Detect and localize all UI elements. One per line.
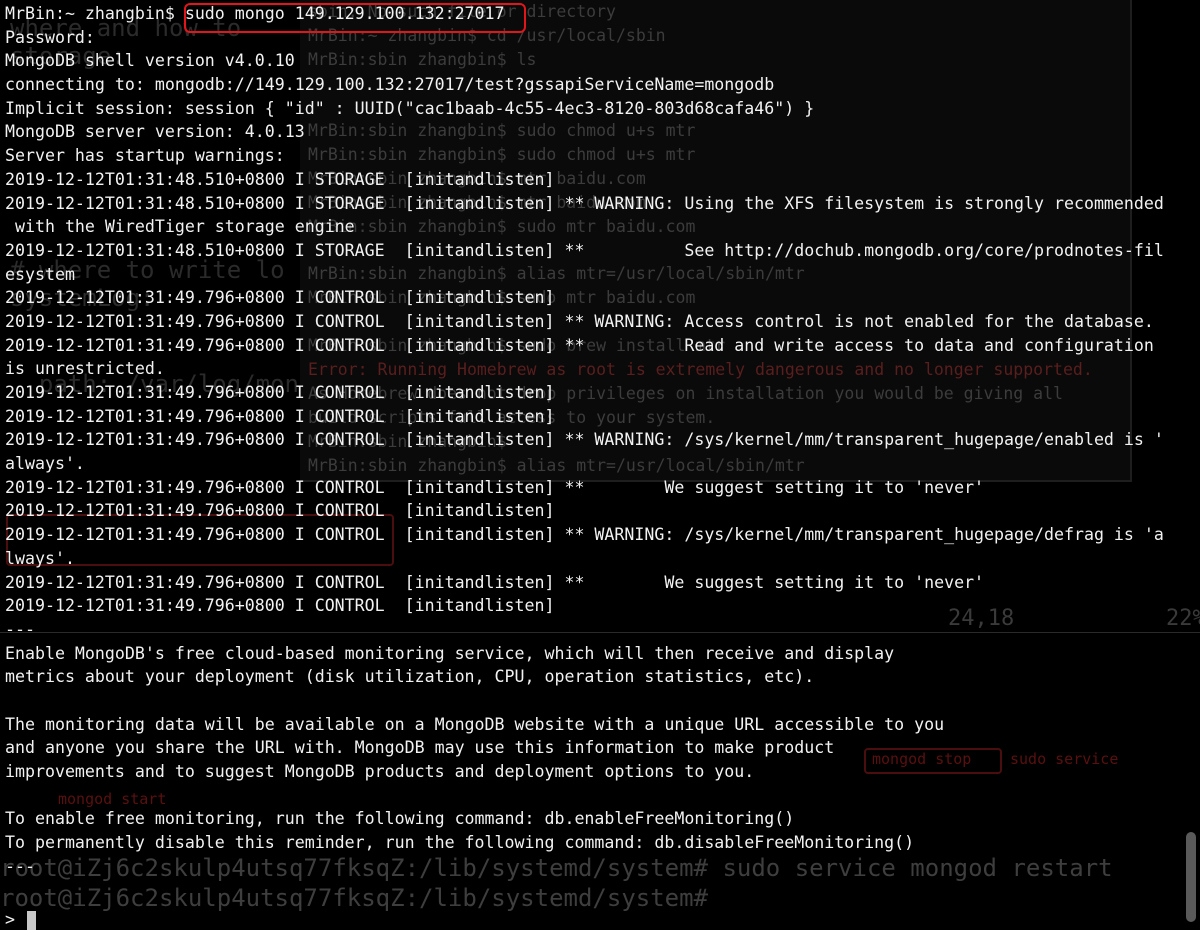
output-line: 2019-12-12T01:31:49.796+0800 I CONTROL [… [5,335,1154,355]
bg-root-prompt: root@iZj6c2skulp4utsq77fksqZ:/lib/system… [0,884,723,912]
output-line: 2019-12-12T01:31:49.796+0800 I CONTROL [… [5,501,555,521]
command-highlight-box [184,3,526,33]
output-line: 2019-12-12T01:31:49.796+0800 I CONTROL [… [5,572,985,592]
prompt-symbol: > [5,910,25,929]
output-line: MongoDB shell version v4.0.10 [5,51,295,71]
output-line: To enable free monitoring, run the follo… [5,809,795,829]
output-line: 2019-12-12T01:31:49.796+0800 I CONTROL [… [5,383,555,402]
output-line: To permanently disable this reminder, ru… [5,833,915,853]
output-line: 2019-12-12T01:31:49.796+0800 I CONTROL [… [5,311,1154,331]
output-line: 2019-12-12T01:31:49.796+0800 I CONTROL [… [5,525,1164,545]
output-line: and anyone you share the URL with. Mongo… [5,738,835,758]
output-line: 2019-12-12T01:31:49.796+0800 I CONTROL [… [5,477,985,497]
output-line: improvements and to suggest MongoDB prod… [5,762,755,781]
output-line: Implicit session: session { "id" : UUID(… [5,98,815,118]
output-line: MongoDB server version: 4.0.13 [5,122,305,142]
output-line: with the WiredTiger storage engine [5,217,355,237]
scrollbar-thumb[interactable] [1186,832,1196,922]
output-line: 2019-12-12T01:31:49.796+0800 I CONTROL [… [5,288,555,308]
output-line: always'. [5,454,85,474]
output-line: 2019-12-12T01:31:48.510+0800 I STORAGE [… [5,240,1164,260]
output-line: 2019-12-12T01:31:49.796+0800 I CONTROL [… [5,406,555,426]
output-line: 2019-12-12T01:31:49.796+0800 I CONTROL [… [5,596,555,616]
terminal-window[interactable]: sbin: No such file or directory MrBin:~ … [0,0,1200,930]
output-line: 2019-12-12T01:31:48.510+0800 I STORAGE [… [5,169,555,189]
output-line: --- [5,856,35,876]
output-line: connecting to: mongodb://149.129.100.132… [5,75,775,95]
output-line: 2019-12-12T01:31:48.510+0800 I STORAGE [… [5,193,1164,213]
shell-prompt[interactable]: > [5,908,36,930]
output-line: Server has startup warnings: [5,146,285,166]
output-line: is unrestricted. [5,359,165,379]
output-line: Enable MongoDB's free cloud-based monito… [5,643,895,663]
output-line: metrics about your deployment (disk util… [5,667,815,687]
output-line: 2019-12-12T01:31:49.796+0800 I CONTROL [… [5,430,1164,450]
output-line: --- [5,619,35,639]
output-line: esystem [5,264,75,284]
output-line: The monitoring data will be available on… [5,714,945,734]
text-cursor [26,911,36,930]
output-line: lways'. [5,548,75,568]
terminal-output: MrBin:~ zhangbin$ sudo mongo 149.129.100… [5,2,1195,878]
